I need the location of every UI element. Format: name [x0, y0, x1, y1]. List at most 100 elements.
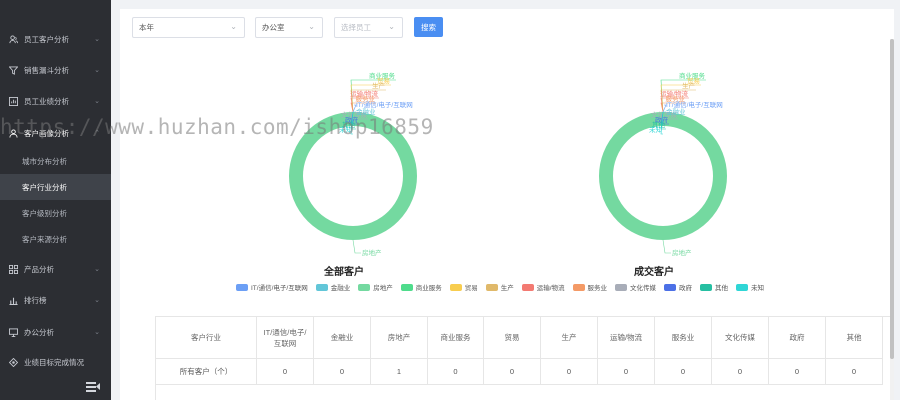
- table-header-cell: 文化传媒: [712, 317, 769, 359]
- sidebar-item-label: 排行榜: [24, 295, 47, 305]
- callout-label: 生产: [682, 81, 696, 90]
- table-cell: 0: [484, 359, 541, 385]
- legend-swatch: [572, 283, 585, 291]
- sidebar-item-office-analysis[interactable]: 办公分析 ⌄: [0, 317, 111, 347]
- callout-label: 房地产: [362, 248, 382, 257]
- legend-swatch: [736, 283, 749, 291]
- sidebar-subitem-label: 客户行业分析: [22, 182, 67, 192]
- callout-line: [352, 239, 361, 254]
- table-cell: 0: [314, 359, 371, 385]
- donut-slice[interactable]: [289, 112, 417, 240]
- legend-item[interactable]: 金融业: [315, 282, 350, 292]
- scrollbar-thumb[interactable]: [890, 39, 894, 359]
- person-icon: [9, 128, 18, 138]
- sidebar-item-employee-customer[interactable]: 员工客户分析 ⌄: [0, 24, 111, 54]
- sidebar-item-performance-target[interactable]: 业绩目标完成情况: [0, 347, 111, 377]
- industry-table: 客户行业 IT/通信/电子/互联网 金融业 房地产 商业服务 贸易 生产 运输/物流 服务业 文化…: [155, 316, 890, 400]
- funnel-icon: [9, 65, 18, 75]
- table-cell: 0: [712, 359, 769, 385]
- legend-swatch: [400, 283, 413, 291]
- callout-label: 房地产: [672, 248, 692, 257]
- legend-label: 生产: [500, 285, 514, 292]
- sidebar-subitem-customer-level[interactable]: 客户级别分析: [0, 200, 111, 226]
- table-header-cell: 金融业: [314, 317, 371, 359]
- legend-item[interactable]: IT/通信/电子/互联网: [236, 282, 308, 292]
- legend-item[interactable]: 运输/物流: [521, 282, 565, 292]
- legend-item[interactable]: 其他: [700, 282, 728, 292]
- callout-label: IT/通信/电子/互联网: [356, 100, 413, 109]
- target-icon: [9, 357, 18, 367]
- legend-item[interactable]: 文化传媒: [615, 282, 656, 292]
- donut-chart-all-customers: 商业服务贸易生产运输/物流服务业文化传媒政府其他未知IT/通信/电子/互联网金融…: [289, 71, 417, 278]
- collapse-menu-icon[interactable]: [86, 381, 100, 392]
- legend-item[interactable]: 贸易: [449, 282, 478, 292]
- callout-label: 金融业: [666, 107, 686, 116]
- sidebar-item-label: 产品分析: [24, 264, 54, 274]
- sidebar-item-customer-profile[interactable]: 客户画像分析 ⌃: [0, 118, 111, 148]
- legend-item[interactable]: 生产: [485, 282, 514, 292]
- legend-item[interactable]: 商业服务: [400, 282, 442, 292]
- callout-label: 生产: [372, 81, 386, 90]
- table-header-cell: 贸易: [484, 317, 541, 359]
- chevron-down-icon: ⌄: [94, 67, 100, 74]
- sidebar-subitem-label: 客户来源分析: [22, 234, 67, 244]
- table-cell: 0: [541, 359, 598, 385]
- chevron-down-icon: ⌄: [94, 329, 100, 336]
- table-cell: 0: [826, 359, 883, 385]
- table-header-cell: 政府: [769, 317, 826, 359]
- legend-item[interactable]: 政府: [664, 282, 692, 292]
- legend-label: 未知: [751, 285, 765, 292]
- legend-swatch: [664, 283, 677, 291]
- sidebar-item-product-analysis[interactable]: 产品分析 ⌄: [0, 254, 111, 284]
- table-header-cell: 房地产: [371, 317, 428, 359]
- table-header-cell: 客户行业: [156, 317, 257, 359]
- legend-label: 服务业: [587, 285, 608, 292]
- callout-label: 未知: [339, 125, 352, 134]
- legend-item[interactable]: 服务业: [572, 282, 608, 292]
- chevron-down-icon: ⌄: [94, 98, 100, 105]
- sidebar-item-label: 员工客户分析: [24, 34, 69, 44]
- sidebar-item-label: 办公分析: [24, 327, 54, 337]
- grid-icon: [9, 264, 18, 274]
- table-header-cell: IT/通信/电子/互联网: [257, 317, 314, 359]
- users-icon: [9, 34, 18, 44]
- table-cell: 所有客户（个）: [156, 359, 257, 385]
- donut-chart-closed-customers: 商业服务贸易生产运输/物流服务业文化传媒政府其他未知IT/通信/电子/互联网金融…: [599, 71, 727, 278]
- legend-label: 政府: [679, 285, 693, 292]
- sidebar-item-sales-funnel[interactable]: 销售漏斗分析 ⌄: [0, 55, 111, 85]
- sidebar-subitem-customer-source[interactable]: 客户来源分析: [0, 226, 111, 252]
- legend-item[interactable]: 房地产: [358, 282, 393, 292]
- sidebar: 员工客户分析 ⌄ 销售漏斗分析 ⌄ 员工业绩分析 ⌄ 客户画像分析 ⌃ 城市分布…: [0, 0, 111, 400]
- sidebar-subitem-label: 城市分布分析: [22, 156, 67, 166]
- legend-swatch: [615, 283, 628, 291]
- donut-slice[interactable]: [599, 112, 727, 240]
- table-cell: 0: [257, 359, 314, 385]
- sidebar-item-ranking[interactable]: 排行榜 ⌄: [0, 285, 111, 315]
- legend-label: IT/通信/电子/互联网: [251, 285, 308, 292]
- legend-item[interactable]: 未知: [736, 282, 764, 292]
- table-cell: 1: [371, 359, 428, 385]
- chart-legend: IT/通信/电子/互联网 金融业 房地产 商业服务 贸易 生产 运输/物流 服务业 文化传媒 政府…: [236, 282, 772, 292]
- sidebar-item-label: 销售漏斗分析: [24, 65, 69, 75]
- chevron-down-icon: ⌄: [94, 297, 100, 304]
- table-cell: 0: [428, 359, 484, 385]
- table-header-cell: 服务业: [655, 317, 712, 359]
- sidebar-subitem-customer-industry[interactable]: 客户行业分析: [0, 174, 111, 200]
- legend-swatch: [449, 283, 462, 291]
- legend-swatch: [700, 283, 713, 291]
- main-panel: 本年 ⌄ 办公室 ⌄ 选择员工 ⌄ 搜索 商业服务 贸易 生产 运输/物流 服务业 文化传…: [120, 9, 894, 400]
- table-cell: 0: [598, 359, 655, 385]
- callout-label: IT/通信/电子/互联网: [666, 100, 723, 109]
- sidebar-subitem-city-distribution[interactable]: 城市分布分析: [0, 148, 111, 174]
- monitor-icon: [9, 327, 18, 337]
- sidebar-item-label: 客户画像分析: [24, 128, 69, 138]
- chevron-down-icon: ⌄: [94, 36, 100, 43]
- sidebar-item-label: 员工业绩分析: [24, 96, 69, 106]
- table-cell: 0: [769, 359, 826, 385]
- sidebar-item-employee-performance[interactable]: 员工业绩分析 ⌄: [0, 86, 111, 116]
- legend-swatch: [358, 283, 371, 291]
- bar-chart-icon: [9, 96, 18, 106]
- ranking-icon: [9, 296, 18, 305]
- legend-label: 其他: [715, 285, 729, 292]
- legend-swatch: [521, 283, 534, 291]
